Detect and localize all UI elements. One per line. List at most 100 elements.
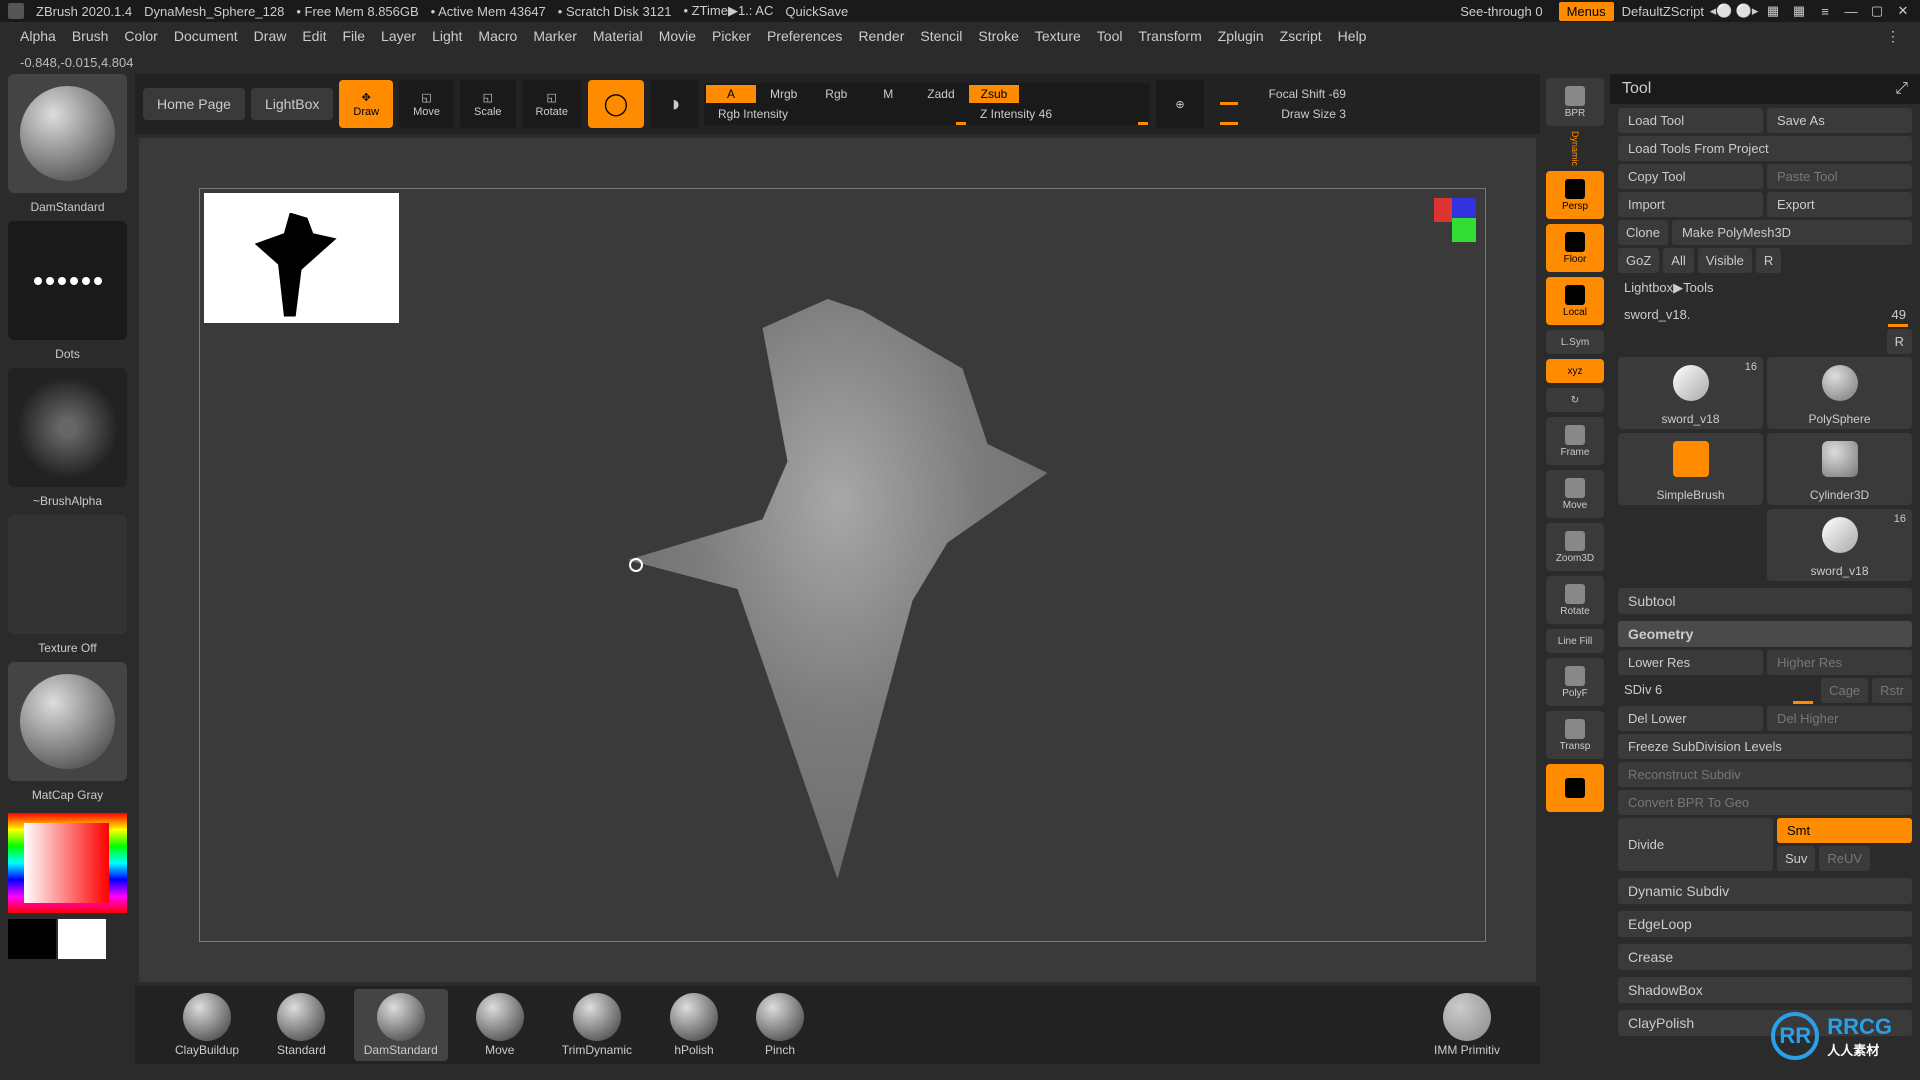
menu-edit[interactable]: Edit <box>302 28 326 45</box>
layout-icon[interactable]: ▦ <box>1764 2 1782 20</box>
shelf-claybuildup[interactable]: ClayBuildup <box>165 989 249 1061</box>
default-zscript[interactable]: DefaultZScript <box>1622 4 1704 19</box>
dynamic-brush-button[interactable]: ⊕ <box>1156 80 1204 128</box>
tool-panel-header[interactable]: Tool ⤢ <box>1610 74 1920 104</box>
mrgb-button[interactable]: Mrgb <box>758 85 809 103</box>
draw-mode-button[interactable]: ✥Draw <box>339 80 393 128</box>
thumb-cylinder[interactable]: Cylinder3D <box>1767 433 1912 505</box>
move-view-button[interactable]: Move <box>1546 470 1604 518</box>
move-mode-button[interactable]: ◱Move <box>399 80 454 128</box>
menus-toggle[interactable]: Menus <box>1559 2 1614 21</box>
goz-all-button[interactable]: All <box>1663 248 1693 273</box>
sound-icon-2[interactable]: ⚪▸ <box>1738 2 1756 20</box>
rgb-intensity-slider[interactable]: Rgb Intensity <box>706 105 966 123</box>
viewport[interactable] <box>139 138 1536 982</box>
floor-button[interactable]: Floor <box>1546 224 1604 272</box>
expand-icon[interactable]: ⤢ <box>1895 80 1908 98</box>
zsub-button[interactable]: Zsub <box>969 85 1020 103</box>
reuv-button[interactable]: ReUV <box>1819 846 1870 871</box>
local-button[interactable]: Local <box>1546 277 1604 325</box>
minimize-icon[interactable]: — <box>1842 2 1860 20</box>
save-as-button[interactable]: Save As <box>1767 108 1912 133</box>
shelf-hpolish[interactable]: hPolish <box>660 989 728 1061</box>
swatch-white[interactable] <box>58 919 106 959</box>
menu-transform[interactable]: Transform <box>1138 28 1201 45</box>
goz-visible-button[interactable]: Visible <box>1698 248 1752 273</box>
subtool-section[interactable]: Subtool <box>1618 588 1912 614</box>
menu-tool[interactable]: Tool <box>1097 28 1123 45</box>
import-button[interactable]: Import <box>1618 192 1763 217</box>
reference-image[interactable] <box>204 193 399 323</box>
load-from-project-button[interactable]: Load Tools From Project <box>1618 136 1912 161</box>
panel-handle-icon[interactable]: ⋮ <box>1886 28 1900 45</box>
rgb-button[interactable]: Rgb <box>811 85 861 103</box>
draw-size-slider[interactable]: Draw Size 3 <box>1210 105 1350 123</box>
layout-icon-2[interactable]: ▦ <box>1790 2 1808 20</box>
gizmo-button[interactable]: ◯ <box>588 80 644 128</box>
maximize-icon[interactable]: ▢ <box>1868 2 1886 20</box>
color-picker[interactable] <box>8 813 127 913</box>
menu-draw[interactable]: Draw <box>254 28 287 45</box>
tool-slider[interactable]: sword_v18.49 <box>1618 303 1912 326</box>
menu-marker[interactable]: Marker <box>533 28 577 45</box>
xyz-button[interactable]: xyz <box>1546 359 1604 383</box>
goz-button[interactable]: GoZ <box>1618 248 1659 273</box>
material-selector[interactable] <box>8 662 127 781</box>
higher-res-button[interactable]: Higher Res <box>1767 650 1912 675</box>
freeze-subdiv-button[interactable]: Freeze SubDivision Levels <box>1618 734 1912 759</box>
brush-selector[interactable] <box>8 74 127 193</box>
menu-stroke[interactable]: Stroke <box>978 28 1018 45</box>
lightbox-path[interactable]: Lightbox▶Tools <box>1618 276 1912 300</box>
divide-button[interactable]: Divide <box>1618 818 1773 871</box>
menu-zscript[interactable]: Zscript <box>1280 28 1322 45</box>
rotate-axis-button[interactable]: ↻ <box>1546 388 1604 412</box>
z-intensity-slider[interactable]: Z Intensity 46 <box>968 105 1148 123</box>
shelf-pinch[interactable]: Pinch <box>746 989 814 1061</box>
shelf-trimdynamic[interactable]: TrimDynamic <box>552 989 642 1061</box>
suv-button[interactable]: Suv <box>1777 846 1815 871</box>
menu-collapse-icon[interactable]: ≡ <box>1816 2 1834 20</box>
clone-button[interactable]: Clone <box>1618 220 1668 245</box>
rstr-button[interactable]: Rstr <box>1872 678 1912 703</box>
make-polymesh-button[interactable]: Make PolyMesh3D <box>1672 220 1912 245</box>
cage-button[interactable]: Cage <box>1821 678 1868 703</box>
copy-tool-button[interactable]: Copy Tool <box>1618 164 1763 189</box>
scale-mode-button[interactable]: ◱Scale <box>460 80 516 128</box>
menu-help[interactable]: Help <box>1338 28 1367 45</box>
alpha-selector[interactable] <box>8 368 127 487</box>
persp-button[interactable]: Persp <box>1546 171 1604 219</box>
menu-render[interactable]: Render <box>858 28 904 45</box>
thumb-sword-2[interactable]: 16sword_v18 <box>1767 509 1912 581</box>
transp-button[interactable]: Transp <box>1546 711 1604 759</box>
rotate-mode-button[interactable]: ◱Rotate <box>522 80 582 128</box>
stroke-selector[interactable] <box>8 221 127 340</box>
menu-color[interactable]: Color <box>124 28 157 45</box>
paste-tool-button[interactable]: Paste Tool <box>1767 164 1912 189</box>
del-higher-button[interactable]: Del Higher <box>1767 706 1912 731</box>
menu-alpha[interactable]: Alpha <box>20 28 56 45</box>
sculptris-button[interactable]: ◑ <box>650 80 698 128</box>
menu-document[interactable]: Document <box>174 28 238 45</box>
reconstruct-button[interactable]: Reconstruct Subdiv <box>1618 762 1912 787</box>
thumb-simplebrush[interactable]: SimpleBrush <box>1618 433 1763 505</box>
del-lower-button[interactable]: Del Lower <box>1618 706 1763 731</box>
menu-light[interactable]: Light <box>432 28 462 45</box>
menu-zplugin[interactable]: Zplugin <box>1218 28 1264 45</box>
edgeloop-section[interactable]: EdgeLoop <box>1618 911 1912 937</box>
shelf-damstandard[interactable]: DamStandard <box>354 989 448 1061</box>
thumb-sword[interactable]: 16sword_v18 <box>1618 357 1763 429</box>
menu-material[interactable]: Material <box>593 28 643 45</box>
lightbox-button[interactable]: LightBox <box>251 88 333 120</box>
smt-button[interactable]: Smt <box>1777 818 1912 843</box>
crease-section[interactable]: Crease <box>1618 944 1912 970</box>
rotate-view-button[interactable]: Rotate <box>1546 576 1604 624</box>
texture-selector[interactable] <box>8 515 127 634</box>
home-page-button[interactable]: Home Page <box>143 88 245 120</box>
navigation-gizmo[interactable] <box>1416 198 1476 258</box>
zadd-button[interactable]: Zadd <box>915 85 966 103</box>
menu-layer[interactable]: Layer <box>381 28 416 45</box>
load-tool-button[interactable]: Load Tool <box>1618 108 1763 133</box>
lower-res-button[interactable]: Lower Res <box>1618 650 1763 675</box>
see-through-slider[interactable]: See-through 0 <box>1452 2 1550 21</box>
shelf-move[interactable]: Move <box>466 989 534 1061</box>
